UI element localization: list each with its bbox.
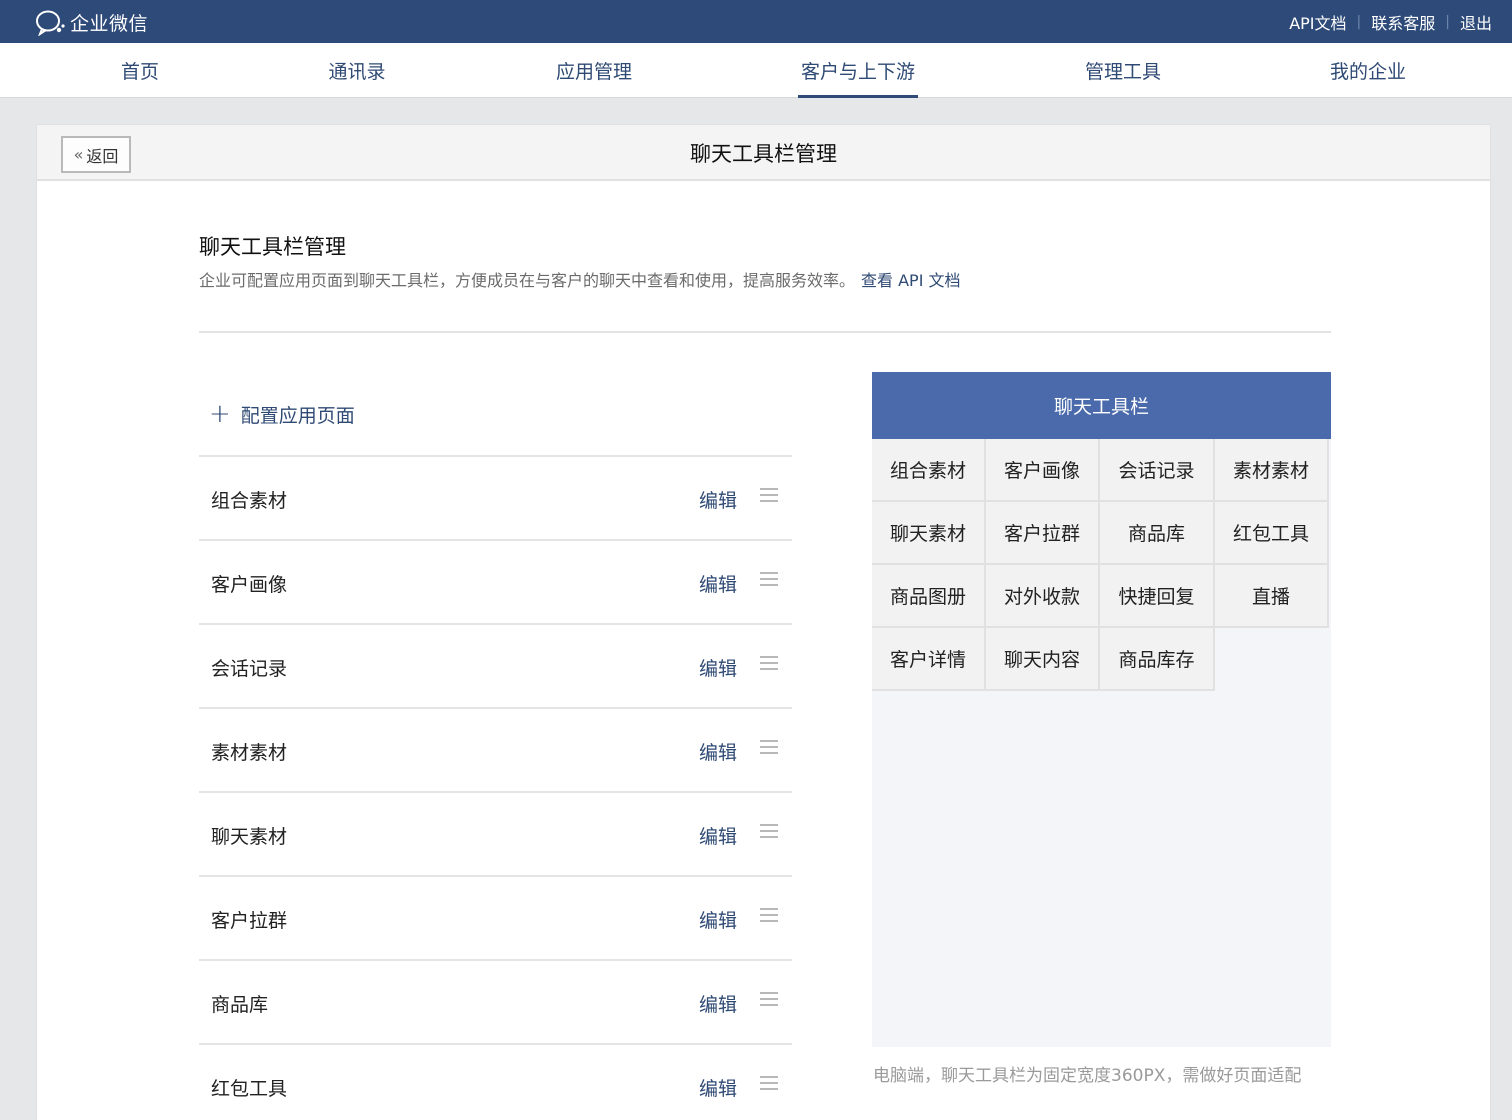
list-item[interactable]: 客户拉群 编辑 [199,875,792,959]
drag-handle-icon[interactable] [760,992,778,1008]
add-app-page-label: 配置应用页面 [240,404,355,427]
list-item[interactable]: 素材素材 编辑 [199,707,792,791]
tool-cell[interactable]: 对外收款 [986,565,1100,628]
drag-handle-icon[interactable] [760,656,778,672]
drag-handle-icon[interactable] [760,572,778,588]
back-button[interactable]: « 返回 [61,136,131,173]
preview-note: 电脑端，聊天工具栏为固定宽度360PX，需做好页面适配 [873,1066,1302,1086]
logo-text: 企业微信 [70,12,149,35]
main-nav: 首页 通讯录 应用管理 客户与上下游 管理工具 我的企业 [0,43,1512,98]
drag-handle-icon[interactable] [760,1076,778,1092]
nav-contacts[interactable]: 通讯录 [318,43,396,98]
tool-cell[interactable]: 客户拉群 [986,502,1100,565]
drag-handle-icon[interactable] [760,824,778,840]
separator: | [1445,13,1450,30]
nav-management-tools[interactable]: 管理工具 [1075,43,1171,98]
tool-cell[interactable]: 聊天内容 [986,628,1100,691]
tool-cell[interactable]: 素材素材 [1215,439,1329,502]
list-item-label: 红包工具 [211,1077,288,1100]
list-item[interactable]: 会话记录 编辑 [199,623,792,707]
section-description: 企业可配置应用页面到聊天工具栏，方便成员在与客户的聊天中查看和使用，提高服务效率… [199,267,961,291]
nav-customers[interactable]: 客户与上下游 [798,43,918,98]
drag-handle-icon[interactable] [760,908,778,924]
api-docs-link[interactable]: API文档 [1289,10,1346,34]
add-app-page-button[interactable]: + 配置应用页面 [209,399,355,429]
edit-button[interactable]: 编辑 [699,961,737,1045]
tool-cell[interactable]: 会话记录 [1100,439,1215,502]
tool-cell[interactable]: 聊天素材 [872,502,986,565]
list-item[interactable]: 客户画像 编辑 [199,539,792,623]
list-item-label: 聊天素材 [211,825,288,848]
tool-grid: 组合素材 客户画像 会话记录 素材素材 聊天素材 客户拉群 商品库 红包工具 商… [872,439,1331,691]
edit-button[interactable]: 编辑 [699,877,737,961]
view-api-docs-link[interactable]: 查看 API 文档 [861,271,961,290]
preview-title: 聊天工具栏 [872,372,1331,439]
logo[interactable]: 企业微信 [34,8,148,36]
app-page-list: 组合素材 编辑 客户画像 编辑 会话记录 编辑 素材素材 编辑 聊天素材 编辑 … [199,455,792,1120]
card-header: 聊天工具栏管理 « 返回 [37,125,1490,181]
list-item-label: 商品库 [211,993,269,1016]
tool-cell[interactable]: 直播 [1215,565,1329,628]
edit-button[interactable]: 编辑 [699,793,737,877]
list-item[interactable]: 商品库 编辑 [199,959,792,1043]
tool-cell[interactable]: 客户详情 [872,628,986,691]
main-card: 聊天工具栏管理 « 返回 聊天工具栏管理 企业可配置应用页面到聊天工具栏，方便成… [36,124,1491,1120]
tool-cell[interactable]: 红包工具 [1215,502,1329,565]
list-item-label: 客户拉群 [211,909,288,932]
contact-support-link[interactable]: 联系客服 [1371,10,1435,34]
list-item[interactable]: 聊天素材 编辑 [199,791,792,875]
tool-cell[interactable]: 商品库 [1100,502,1215,565]
tool-cell[interactable]: 商品库存 [1100,628,1215,691]
edit-button[interactable]: 编辑 [699,1045,737,1120]
drag-handle-icon[interactable] [760,488,778,504]
logout-link[interactable]: 退出 [1460,10,1492,34]
list-item[interactable]: 组合素材 编辑 [199,455,792,539]
double-chevron-left-icon: « [73,145,84,164]
list-item-label: 客户画像 [211,573,288,596]
nav-app-management[interactable]: 应用管理 [546,43,642,98]
edit-button[interactable]: 编辑 [699,625,737,709]
list-item-label: 会话记录 [211,657,288,680]
drag-handle-icon[interactable] [760,740,778,756]
description-text: 企业可配置应用页面到聊天工具栏，方便成员在与客户的聊天中查看和使用，提高服务效率… [199,271,856,290]
top-links: API文档 | 联系客服 | 退出 [1289,0,1492,43]
tool-cell[interactable]: 组合素材 [872,439,986,502]
chat-toolbar-preview: 聊天工具栏 组合素材 客户画像 会话记录 素材素材 聊天素材 客户拉群 商品库 … [872,372,1331,1047]
plus-icon: + [209,399,231,429]
section-title: 聊天工具栏管理 [199,235,346,259]
nav-my-company[interactable]: 我的企业 [1320,43,1416,98]
nav-home[interactable]: 首页 [110,43,170,98]
edit-button[interactable]: 编辑 [699,457,737,541]
separator: | [1356,13,1362,30]
wework-logo-icon [36,10,65,36]
tool-cell[interactable]: 客户画像 [986,439,1100,502]
tool-cell[interactable]: 商品图册 [872,565,986,628]
tool-cell[interactable]: 快捷回复 [1100,565,1215,628]
divider [199,331,1331,333]
list-item[interactable]: 红包工具 编辑 [199,1043,792,1120]
list-item-label: 组合素材 [211,489,288,512]
edit-button[interactable]: 编辑 [699,541,737,625]
list-item-label: 素材素材 [211,741,288,764]
top-bar: 企业微信 API文档 | 联系客服 | 退出 [0,0,1512,43]
edit-button[interactable]: 编辑 [699,709,737,793]
back-label: 返回 [86,146,119,166]
page-title: 聊天工具栏管理 [690,142,837,166]
